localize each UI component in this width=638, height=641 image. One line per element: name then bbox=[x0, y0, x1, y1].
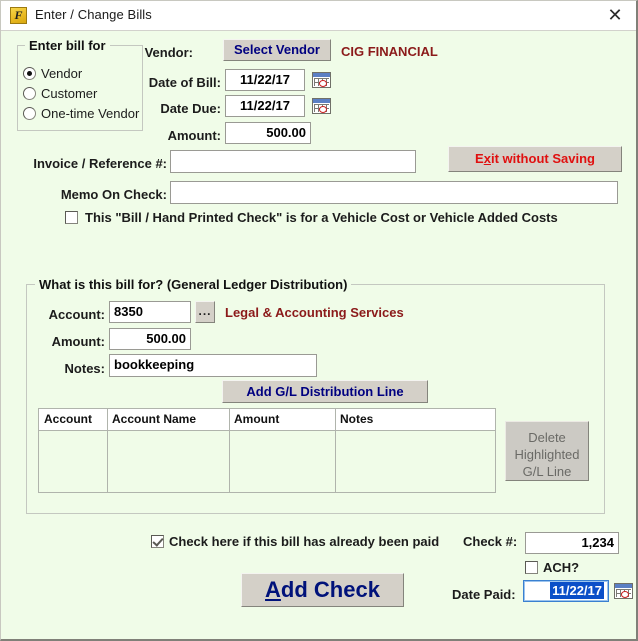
already-paid-checkbox[interactable] bbox=[151, 535, 164, 548]
gl-col-amount: Amount bbox=[234, 412, 280, 426]
gl-col-divider-1 bbox=[107, 409, 108, 492]
exit-label-accel: x bbox=[483, 151, 491, 166]
ach-label: ACH? bbox=[543, 560, 580, 575]
vehicle-cost-checkbox[interactable] bbox=[65, 211, 78, 224]
close-icon[interactable]: ✕ bbox=[603, 5, 627, 27]
radio-vendor[interactable] bbox=[23, 67, 36, 80]
add-check-accel: A bbox=[265, 577, 281, 602]
date-due-label: Date Due: bbox=[160, 101, 221, 116]
ach-checkbox[interactable] bbox=[525, 561, 538, 574]
exit-without-saving-button[interactable]: Exit without Saving bbox=[448, 146, 622, 172]
date-paid-label: Date Paid: bbox=[452, 587, 516, 602]
gl-col-account-name: Account Name bbox=[112, 412, 197, 426]
calendar-icon-date-due[interactable] bbox=[312, 98, 331, 114]
memo-on-check-label: Memo On Check: bbox=[60, 187, 167, 202]
gl-col-divider-3 bbox=[335, 409, 336, 492]
amount-input[interactable]: 500.00 bbox=[225, 122, 311, 144]
invoice-reference-input[interactable] bbox=[170, 150, 416, 173]
delete-button-line2: Highlighted bbox=[514, 447, 580, 462]
gl-col-divider-2 bbox=[229, 409, 230, 492]
add-check-button[interactable]: Add Check bbox=[241, 573, 404, 607]
title-bar: F Enter / Change Bills ✕ bbox=[1, 1, 636, 31]
gl-distribution-title: What is this bill for? (General Ledger D… bbox=[35, 277, 352, 292]
delete-highlighted-gl-line-button: Delete Highlighted G/L Line bbox=[505, 421, 589, 481]
radio-vendor-label: Vendor bbox=[41, 66, 83, 81]
gl-amount-label: Amount: bbox=[51, 334, 105, 349]
gl-account-label: Account: bbox=[48, 307, 105, 322]
gl-col-notes: Notes bbox=[340, 412, 374, 426]
add-check-label-after: dd Check bbox=[280, 577, 380, 602]
date-of-bill-label: Date of Bill: bbox=[148, 75, 221, 90]
gl-account-input[interactable]: 8350 bbox=[109, 301, 191, 323]
exit-label-after: it without Saving bbox=[490, 151, 595, 166]
select-vendor-button[interactable]: Select Vendor bbox=[223, 39, 331, 61]
delete-button-line1: Delete bbox=[528, 430, 566, 445]
enter-bill-for-title: Enter bill for bbox=[25, 38, 110, 53]
add-gl-distribution-line-button[interactable]: Add G/L Distribution Line bbox=[222, 380, 428, 403]
gl-notes-label: Notes: bbox=[64, 361, 105, 376]
vehicle-cost-label: This "Bill / Hand Printed Check" is for … bbox=[85, 210, 558, 225]
enter-change-bills-window: F Enter / Change Bills ✕ Enter bill for … bbox=[0, 0, 638, 641]
calendar-icon-date-paid[interactable] bbox=[614, 583, 633, 599]
app-icon: F bbox=[10, 7, 27, 24]
calendar-icon-date-of-bill[interactable] bbox=[312, 72, 331, 88]
gl-amount-input[interactable]: 500.00 bbox=[109, 328, 191, 350]
date-of-bill-input[interactable]: 11/22/17 bbox=[225, 69, 305, 91]
memo-on-check-input[interactable] bbox=[170, 181, 618, 204]
gl-account-browse-button[interactable]: ... bbox=[195, 301, 215, 323]
check-number-input[interactable]: 1,234 bbox=[525, 532, 619, 554]
radio-customer[interactable] bbox=[23, 87, 36, 100]
gl-account-name: Legal & Accounting Services bbox=[225, 305, 404, 320]
date-due-input[interactable]: 11/22/17 bbox=[225, 95, 305, 117]
amount-label: Amount: bbox=[167, 128, 221, 143]
radio-one-time-vendor[interactable] bbox=[23, 107, 36, 120]
gl-col-account: Account bbox=[44, 412, 92, 426]
date-paid-input[interactable]: 11/22/17 bbox=[523, 580, 609, 602]
vendor-name: CIG FINANCIAL bbox=[341, 44, 438, 59]
date-paid-value: 11/22/17 bbox=[550, 582, 604, 599]
exit-label-before: E bbox=[475, 151, 484, 166]
gl-notes-input[interactable]: bookkeeping bbox=[109, 354, 317, 377]
invoice-reference-label: Invoice / Reference #: bbox=[33, 156, 167, 171]
window-title: Enter / Change Bills bbox=[35, 7, 152, 22]
delete-button-line3: G/L Line bbox=[522, 464, 572, 479]
vendor-label: Vendor: bbox=[144, 45, 193, 60]
check-number-label: Check #: bbox=[463, 534, 518, 549]
already-paid-label: Check here if this bill has already been… bbox=[169, 534, 440, 549]
gl-distribution-table[interactable]: Account Account Name Amount Notes bbox=[38, 408, 496, 493]
